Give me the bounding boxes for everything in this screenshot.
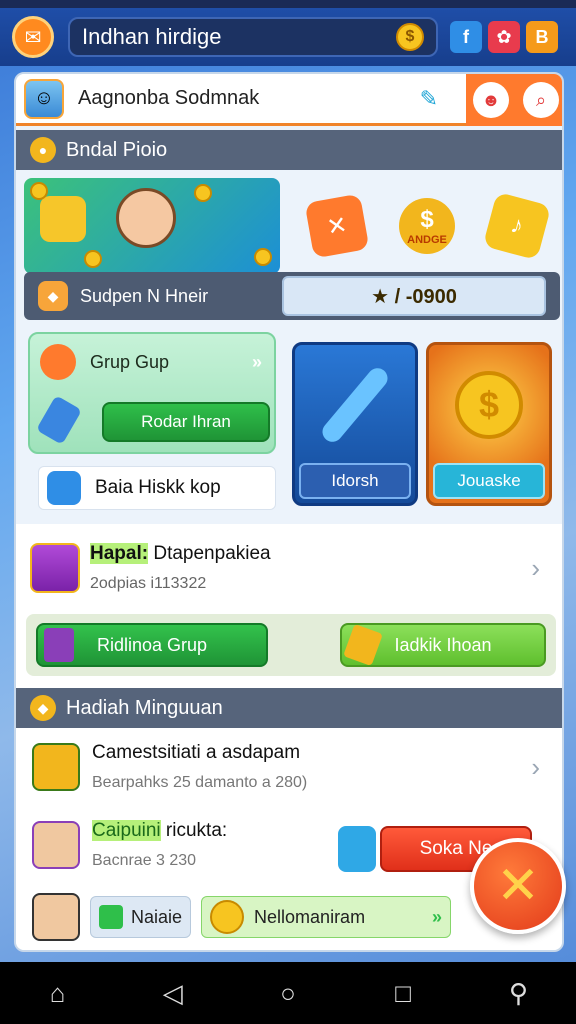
book-icon <box>44 628 74 662</box>
ridlinoa-grup-button[interactable]: Ridlinoa Grup <box>36 623 268 667</box>
cookie-icon <box>40 344 76 380</box>
tool-visual <box>295 345 415 465</box>
reward-icons: ✕ $ ANDGE ♪ <box>292 186 562 266</box>
grup-card[interactable]: Grup Gup » Rodar Ihran <box>28 332 276 454</box>
section-title-2: Hadiah Minguuan <box>66 696 223 719</box>
haql-subtitle: 2odpias i113322 <box>90 575 207 592</box>
haql-highlight: Hapal: <box>90 543 149 564</box>
mascot-icon[interactable]: ☻ <box>473 82 509 118</box>
coin-icon <box>30 182 48 200</box>
shield-icon <box>99 905 123 929</box>
dice-icon <box>40 196 86 242</box>
gift-icon <box>338 826 376 872</box>
app-icon-orange[interactable]: B <box>526 21 558 53</box>
user-bar: ☺ Aagnonba Sodmnak ✎ ☻ ⌕ <box>16 74 562 126</box>
arrow-right-icon: » <box>432 906 443 927</box>
coin-visual: $ <box>429 345 549 465</box>
bell-icon[interactable]: ♪ <box>482 191 552 261</box>
promo-banner[interactable] <box>24 178 280 274</box>
ticket-icon[interactable]: ✕ <box>304 193 370 259</box>
chip-label: Naiaie <box>131 906 183 927</box>
baia-label: Baia Hiskk kop <box>95 477 221 498</box>
nellomaniram-chip[interactable]: Nellomaniram » <box>201 896 452 938</box>
super-label: Sudpen N Hneir <box>80 285 209 306</box>
shield-icon: ◆ <box>30 695 56 721</box>
button-label: Iadkik Ihoan <box>394 634 492 655</box>
top-bar: ✉ Indhan hirdige $ f ✿ B <box>0 8 576 66</box>
double-chevron-icon[interactable]: » <box>252 352 262 373</box>
item-subtitle: Bacnrae 3 230 <box>92 852 197 869</box>
box-icon <box>47 471 81 505</box>
avatar <box>32 821 80 869</box>
userbar-actions: ☻ ⌕ <box>466 74 562 126</box>
chevron-right-icon[interactable]: › <box>531 553 540 584</box>
list-item[interactable]: Camestsitiati a asdapam Bearpahks 25 dam… <box>32 742 552 792</box>
app-title: Indhan hirdige <box>82 24 222 49</box>
rodar-button[interactable]: Rodar Ihran <box>102 402 270 442</box>
social-buttons: f ✿ B <box>450 21 558 53</box>
tile-label: Idorsh <box>299 463 411 499</box>
accessibility-icon[interactable]: ⚲ <box>494 978 542 1009</box>
title-pill: Indhan hirdige $ <box>68 17 438 57</box>
facebook-icon[interactable]: f <box>450 21 482 53</box>
coin-icon[interactable]: $ <box>396 23 424 51</box>
ticket-icon <box>343 623 383 667</box>
baia-row[interactable]: Baia Hiskk kop <box>38 466 276 510</box>
search-icon[interactable]: ⌕ <box>523 82 559 118</box>
chip-label: Nellomaniram <box>254 906 366 927</box>
iadkik-ihoan-button[interactable]: Iadkik Ihoan <box>340 623 546 667</box>
section-header-2: ◆ Hadiah Minguuan <box>16 688 562 728</box>
item-subtitle: Bearpahks 25 damanto a 280) <box>92 774 308 791</box>
super-value: ★ / -0900 <box>282 276 546 316</box>
avatar <box>30 543 80 593</box>
tile-idorsh[interactable]: Idorsh <box>292 342 418 506</box>
app-icon-red[interactable]: ✿ <box>488 21 520 53</box>
coin-icon <box>210 900 245 934</box>
badge-icon[interactable]: $ ANDGE <box>399 198 455 254</box>
recents-icon[interactable]: □ <box>379 978 427 1009</box>
section-title-1: Bndal Pioio <box>66 138 168 161</box>
section-icon: ● <box>30 137 56 163</box>
haql-row[interactable]: Hapal: Dtapenpakiea 2odpias i113322 › <box>30 534 552 602</box>
tile-jouaske[interactable]: $ Jouaske <box>426 342 552 506</box>
haql-title: Dtapenpakiea <box>148 543 271 564</box>
section-header-1: ● Bndal Pioio <box>16 130 562 170</box>
item-highlight: Caipuini <box>92 820 161 841</box>
coin-icon <box>254 248 272 266</box>
button-row: Ridlinoa Grup Iadkik Ihoan <box>26 614 556 676</box>
coin-icon <box>84 250 102 268</box>
back-icon[interactable]: ◁ <box>149 978 197 1009</box>
edit-icon[interactable]: ✎ <box>420 86 438 112</box>
coin-icon <box>194 184 212 202</box>
shield-icon: ◆ <box>38 281 68 311</box>
android-nav-bar: ⌂ ◁ ○ □ ⚲ <box>0 962 576 1024</box>
button-label: Ridlinoa Grup <box>96 634 208 655</box>
box-icon <box>32 743 80 791</box>
home-icon[interactable]: ⌂ <box>34 978 82 1009</box>
mail-icon[interactable]: ✉ <box>12 16 54 58</box>
avatar[interactable]: ☺ <box>24 78 64 119</box>
bottom-row: Naiaie Nellomaniram » <box>32 892 492 942</box>
tile-label: Jouaske <box>433 463 545 499</box>
user-name: Aagnonba Sodmnak <box>78 87 260 109</box>
circle-home-icon[interactable]: ○ <box>264 978 312 1009</box>
main-panel: ☺ Aagnonba Sodmnak ✎ ☻ ⌕ ● Bndal Pioio ✕… <box>14 72 564 952</box>
grup-label: Grup Gup <box>90 352 170 372</box>
tool-icon <box>36 395 82 445</box>
avatar[interactable] <box>32 893 80 941</box>
close-fab-button[interactable]: ✕ <box>470 838 566 934</box>
item-title: Camestsitiati a asdapam <box>92 742 301 763</box>
item-title: ricukta: <box>160 820 228 841</box>
naiaie-chip[interactable]: Naiaie <box>90 896 192 938</box>
character-image <box>116 188 176 248</box>
status-bar <box>0 0 576 8</box>
chevron-right-icon[interactable]: › <box>531 752 540 783</box>
super-row[interactable]: ◆ Sudpen N Hneir ★ / -0900 <box>24 272 560 320</box>
